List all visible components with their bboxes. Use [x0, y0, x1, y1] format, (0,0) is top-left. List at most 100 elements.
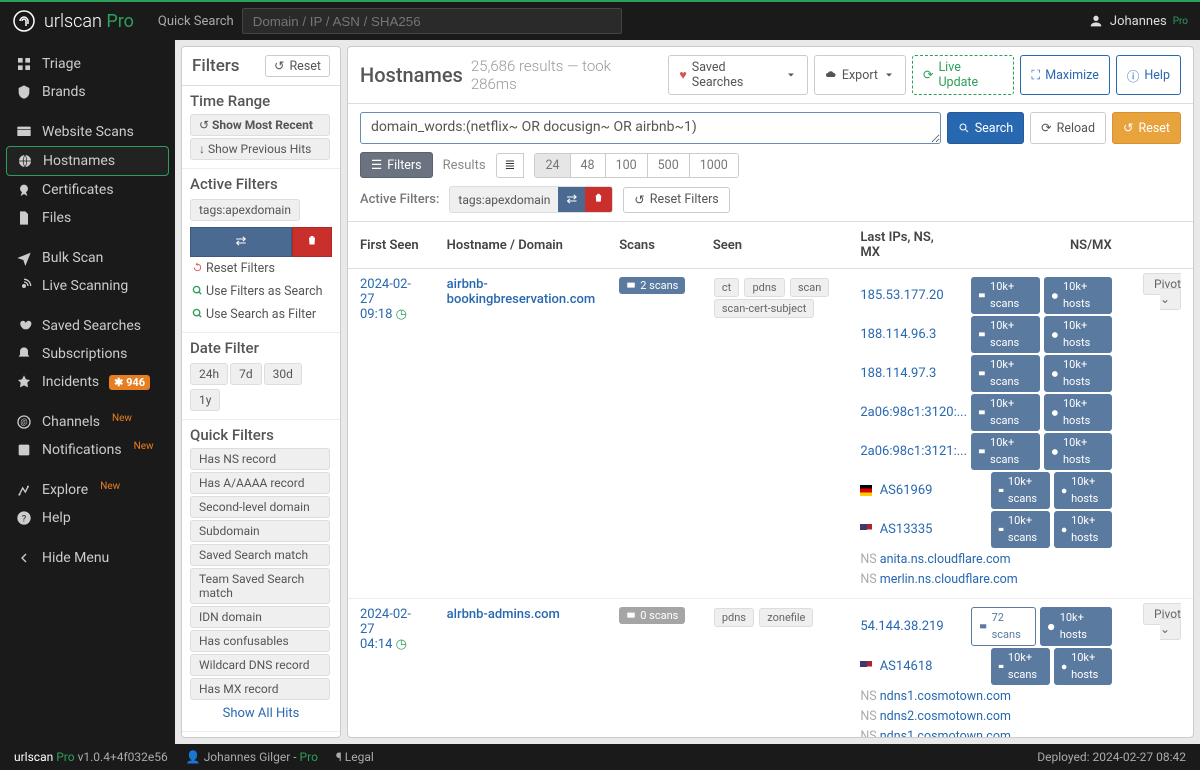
saved-searches-button[interactable]: ♥ Saved Searches	[668, 55, 808, 95]
ip-hosts-badge[interactable]: 10k+ hosts	[1044, 277, 1111, 314]
first-seen-time[interactable]: 04:14 ◷	[360, 637, 407, 652]
footer-user[interactable]: 👤 Johannes Gilger - Pro	[186, 750, 318, 764]
footer-legal[interactable]: ¶ Legal	[336, 750, 374, 764]
page-size-48[interactable]: 48	[571, 154, 606, 177]
ip-scans-badge[interactable]: 72 scans	[971, 607, 1036, 646]
use-search-as-filter[interactable]: Use Search as Filter	[190, 303, 332, 326]
page-size-500[interactable]: 500	[648, 154, 690, 177]
ns-link[interactable]: merlin.ns.cloudflare.com	[880, 572, 1018, 587]
quick-filter[interactable]: Wildcard DNS record	[190, 654, 330, 676]
sidebar-item-hostnames[interactable]: Hostnames	[6, 146, 169, 176]
export-button[interactable]: Export	[814, 55, 906, 95]
col-seen[interactable]: Seen	[701, 222, 848, 269]
search-button[interactable]: Search	[947, 112, 1024, 144]
quick-filter[interactable]: Second-level domain	[190, 496, 330, 518]
scan-count-badge[interactable]: 0 scans	[619, 607, 685, 624]
filters-reset-button[interactable]: ↺ Reset	[265, 55, 330, 77]
date-filter-1y[interactable]: 1y	[190, 389, 220, 411]
ip-link[interactable]: 188.114.96.3	[860, 325, 965, 345]
col-scans[interactable]: Scans	[607, 222, 701, 269]
col-last-ips[interactable]: Last IPs, NS, MX	[848, 222, 963, 269]
page-size-24[interactable]: 24	[535, 154, 570, 177]
date-filter-24h[interactable]: 24h	[190, 363, 228, 385]
reset-filters-button[interactable]: ↺ Reset Filters	[623, 187, 729, 213]
show-all-hits[interactable]: Show All Hits	[190, 702, 332, 725]
quick-filter[interactable]: Has NS record	[190, 448, 330, 470]
ip-scans-badge[interactable]: 10k+ scans	[971, 277, 1040, 314]
swap-filter-icon[interactable]: ⇄	[558, 187, 585, 212]
ip-hosts-badge[interactable]: 10k+ hosts	[1054, 511, 1112, 548]
sidebar-item-triage[interactable]: Triage	[6, 50, 169, 78]
col-nsmx[interactable]: NS/MX	[964, 222, 1124, 269]
page-size-1000[interactable]: 1000	[690, 154, 738, 177]
quick-filter[interactable]: Has A/AAAA record	[190, 472, 330, 494]
ip-hosts-badge[interactable]: 10k+ hosts	[1054, 472, 1112, 509]
quick-filter[interactable]: IDN domain	[190, 606, 330, 628]
ip-link[interactable]: 188.114.97.3	[860, 364, 965, 384]
user-menu[interactable]: Johannes Pro	[1088, 13, 1188, 29]
logo[interactable]: urlscan Pro	[12, 9, 134, 33]
ip-link[interactable]: 2a06:98c1:3121:...	[860, 442, 965, 462]
hostname-link[interactable]: airbnb-bookingbreservation.com	[447, 277, 596, 307]
col-hostname[interactable]: Hostname / Domain	[435, 222, 608, 269]
date-filter-30d[interactable]: 30d	[264, 363, 302, 385]
first-seen-date[interactable]: 2024-02-27	[360, 277, 411, 307]
ip-link[interactable]: AS13335	[880, 520, 985, 540]
filters-toggle-button[interactable]: ☰ Filters	[360, 152, 433, 178]
ip-scans-badge[interactable]: 10k+ scans	[971, 433, 1040, 470]
sidebar-item-live-scanning[interactable]: Live Scanning	[6, 272, 169, 300]
sidebar-item-channels[interactable]: @ChannelsNew	[6, 408, 169, 436]
sidebar-item-files[interactable]: Files	[6, 204, 169, 232]
ns-link[interactable]: ndns1.cosmotown.com	[880, 729, 1011, 737]
sidebar-item-subscriptions[interactable]: Subscriptions	[6, 340, 169, 368]
ip-link[interactable]: 185.53.177.20	[860, 286, 965, 306]
ns-link[interactable]: ndns2.cosmotown.com	[880, 709, 1011, 724]
live-update-button[interactable]: ⟳ Live Update	[912, 55, 1014, 95]
show-most-recent[interactable]: ↺ Show Most Recent	[190, 114, 330, 136]
sidebar-item-certificates[interactable]: Certificates	[6, 176, 169, 204]
help-button[interactable]: ⓘ Help	[1116, 55, 1181, 95]
ip-link[interactable]: 2a06:98c1:3120:...	[860, 403, 965, 423]
ip-hosts-badge[interactable]: 10k+ hosts	[1040, 607, 1111, 646]
reload-button[interactable]: ⟳ Reload	[1030, 112, 1106, 144]
search-query-input[interactable]	[360, 112, 941, 144]
reset-filters-link[interactable]: Reset Filters	[190, 257, 332, 280]
ns-link[interactable]: ndns1.cosmotown.com	[880, 689, 1011, 704]
sidebar-item-help[interactable]: ?Help	[6, 504, 169, 532]
sidebar-item-saved-searches[interactable]: Saved Searches	[6, 312, 169, 340]
ip-hosts-badge[interactable]: 10k+ hosts	[1054, 648, 1112, 685]
sidebar-item-notifications[interactable]: NotificationsNew	[6, 436, 169, 464]
reset-button[interactable]: ↺ Reset	[1112, 112, 1181, 144]
pivot-button[interactable]: Pivot ⌄	[1143, 603, 1181, 640]
ip-scans-badge[interactable]: 10k+ scans	[991, 472, 1050, 509]
sidebar-item-brands[interactable]: Brands	[6, 78, 169, 106]
ip-hosts-badge[interactable]: 10k+ hosts	[1044, 433, 1111, 470]
ip-link[interactable]: AS61969	[880, 481, 985, 501]
ns-link[interactable]: anita.ns.cloudflare.com	[880, 552, 1011, 567]
quick-filter[interactable]: Has confusables	[190, 630, 330, 652]
sidebar-item-hide-menu[interactable]: Hide Menu	[6, 544, 169, 572]
quick-filter[interactable]: Has MX record	[190, 678, 330, 700]
ip-scans-badge[interactable]: 10k+ scans	[991, 648, 1050, 685]
hostname-link[interactable]: alrbnb-admins.com	[447, 607, 560, 622]
date-filter-7d[interactable]: 7d	[230, 363, 262, 385]
ip-scans-badge[interactable]: 10k+ scans	[991, 511, 1050, 548]
ip-link[interactable]: AS14618	[880, 657, 985, 677]
ip-hosts-badge[interactable]: 10k+ hosts	[1044, 394, 1111, 431]
swap-filter-button[interactable]: ⇄	[190, 227, 292, 257]
list-view-icon[interactable]: ≣	[496, 153, 525, 178]
ip-scans-badge[interactable]: 10k+ scans	[971, 394, 1040, 431]
sidebar-item-website-scans[interactable]: Website Scans	[6, 118, 169, 146]
active-filter-tag[interactable]: tags:apexdomain	[190, 199, 300, 221]
first-seen-date[interactable]: 2024-02-27	[360, 607, 411, 637]
quick-filter[interactable]: Subdomain	[190, 520, 330, 542]
ip-link[interactable]: 54.144.38.219	[860, 617, 965, 637]
sidebar-item-explore[interactable]: ExploreNew	[6, 476, 169, 504]
show-previous-hits[interactable]: ↓ Show Previous Hits	[190, 138, 330, 160]
first-seen-time[interactable]: 09:18 ◷	[360, 307, 407, 322]
quick-search-input[interactable]	[242, 8, 622, 34]
ip-scans-badge[interactable]: 10k+ scans	[971, 316, 1040, 353]
delete-filter-button[interactable]	[292, 227, 332, 257]
sidebar-item-incidents[interactable]: Incidents✱ 946	[6, 368, 169, 396]
quick-filter[interactable]: Team Saved Search match	[190, 568, 330, 604]
